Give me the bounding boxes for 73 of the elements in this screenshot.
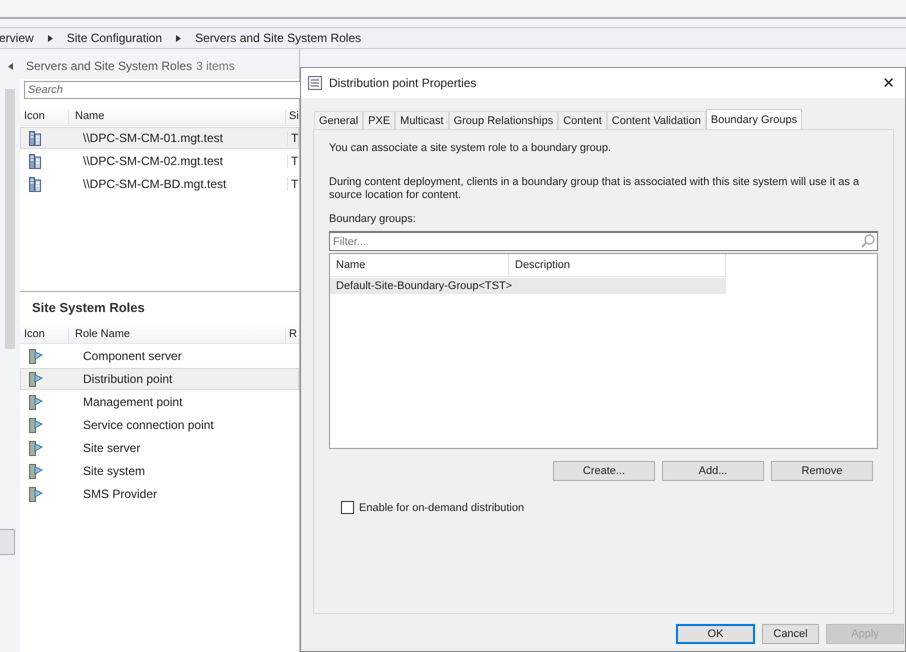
tab[interactable]: Content (558, 111, 607, 129)
checkbox-label: Enable for on-demand distribution (359, 502, 524, 514)
role-name: SMS Provider (82, 487, 158, 501)
role-row[interactable]: Management point (20, 391, 299, 413)
column-header[interactable]: Role Name (68, 328, 285, 343)
role-row[interactable]: Component server (20, 345, 299, 367)
role-row[interactable]: SMS Provider (20, 483, 299, 505)
list-button[interactable]: Create... (553, 461, 655, 481)
tab[interactable]: General (314, 111, 364, 129)
item-count: 3 items (196, 59, 235, 73)
role-name: Distribution point (82, 372, 174, 386)
role-name: Component server (82, 349, 183, 363)
scrollbar[interactable] (5, 89, 15, 349)
breadcrumb-arrow-icon (48, 34, 53, 42)
server-icon (29, 130, 41, 146)
server-row[interactable]: \\DPC-SM-CM-02.mgt.test T (20, 150, 299, 172)
collapse-icon[interactable] (8, 62, 13, 70)
list-button[interactable]: Add... (662, 461, 764, 481)
tab[interactable]: Content Validation (606, 111, 706, 129)
role-row[interactable]: Site server (20, 437, 299, 459)
role-name: Site server (82, 441, 142, 455)
table-cell: T (287, 177, 298, 191)
column-header[interactable]: Name (68, 110, 285, 125)
tab[interactable]: Group Relationships (448, 111, 558, 129)
list-button[interactable]: Remove (771, 461, 873, 481)
close-button[interactable]: ✕ (872, 74, 905, 92)
role-name: Management point (82, 395, 184, 409)
server-name: \\DPC-SM-CM-01.mgt.test (82, 131, 224, 145)
column-header[interactable]: Icon (20, 328, 68, 343)
search-icon (861, 234, 875, 248)
filter-field[interactable]: Filter... (329, 231, 878, 251)
role-icon (29, 372, 43, 386)
field-label: Boundary groups: (329, 213, 417, 225)
role-row[interactable]: Site system (20, 460, 299, 482)
role-name: Service connection point (82, 418, 215, 432)
list-row[interactable]: Default-Site-Boundary-Group<TST> (330, 278, 726, 294)
column-header[interactable]: Icon (20, 110, 68, 125)
role-name: Site system (82, 464, 146, 478)
tab[interactable]: Multicast (395, 111, 449, 129)
role-icon (29, 486, 43, 502)
server-icon (29, 176, 41, 192)
server-name: \\DPC-SM-CM-02.mgt.test (82, 154, 224, 168)
role-row[interactable]: Service connection point (20, 414, 299, 436)
checkbox[interactable] (341, 501, 354, 514)
table-cell: T (287, 131, 298, 145)
role-icon (29, 418, 43, 432)
breadcrumb-arrow-icon (176, 34, 182, 42)
server-icon (29, 154, 41, 168)
column-header[interactable]: Description (509, 254, 726, 276)
column-header[interactable]: Name (330, 254, 509, 276)
breadcrumb-item[interactable]: Site Configuration (64, 31, 164, 45)
dialog-button[interactable]: OK (676, 624, 755, 644)
table-cell: T (287, 154, 298, 168)
tab[interactable]: PXE (363, 111, 396, 129)
breadcrumb-item[interactable]: Servers and Site System Roles (193, 31, 364, 45)
server-name: \\DPC-SM-CM-BD.mgt.test (82, 177, 228, 191)
pane-title: Servers and Site System Roles (26, 59, 192, 73)
window-title: Distribution point Properties (329, 76, 478, 90)
role-icon (29, 464, 43, 478)
dialog-button[interactable]: Cancel (762, 624, 819, 644)
server-row[interactable]: \\DPC-SM-CM-01.mgt.test T (20, 127, 299, 149)
tab[interactable]: Boundary Groups (706, 109, 802, 129)
properties-icon (308, 76, 322, 90)
intro-text: You can associate a site system role to a boundary group. (329, 142, 612, 154)
server-row[interactable]: \\DPC-SM-CM-BD.mgt.test T (20, 173, 299, 195)
role-icon (29, 348, 43, 364)
column-header[interactable]: R (285, 328, 297, 343)
section-title: Site System Roles (31, 299, 146, 317)
role-icon (29, 440, 43, 456)
role-row[interactable]: Distribution point (20, 368, 299, 390)
description-text: During content deployment, clients in a boundary group that is associated with this site system will use it as a source location for content. (329, 176, 860, 202)
role-icon (29, 394, 43, 410)
column-header[interactable]: Si (285, 110, 299, 125)
